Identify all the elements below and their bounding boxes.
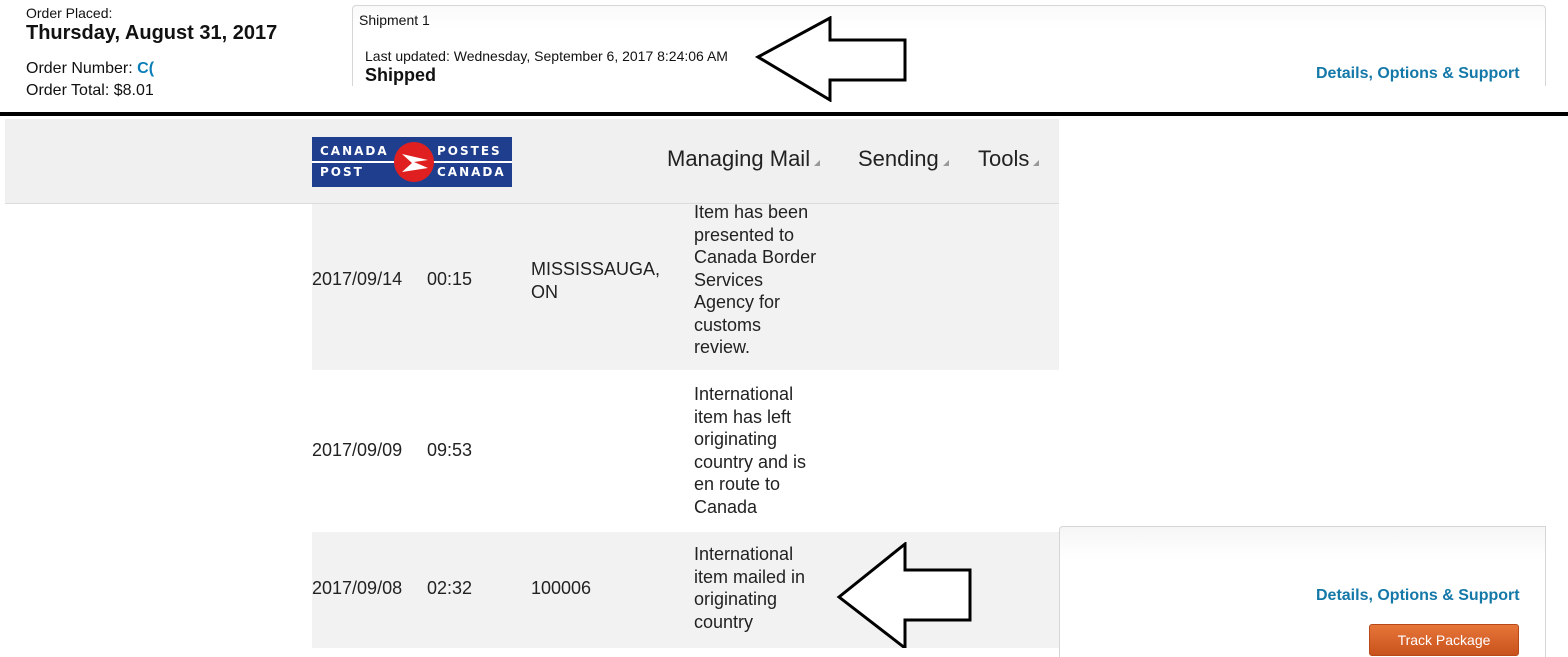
order-placed-date: Thursday, August 31, 2017	[26, 22, 278, 44]
tracking-location: MISSISSAUGA, ON	[531, 258, 660, 303]
eagle-wing-icon	[402, 154, 428, 172]
chevron-down-icon	[942, 160, 949, 166]
tracking-description-line: review.	[694, 337, 751, 357]
tracking-date: 2017/09/14	[312, 269, 403, 289]
nav-tools[interactable]: Tools	[978, 146, 1040, 172]
details-options-support-link[interactable]: Details, Options & Support	[1316, 65, 1520, 83]
tracking-description-line: customs	[694, 314, 762, 335]
tracking-description-line: Item has been	[694, 202, 809, 222]
nav-sending[interactable]: Sending	[858, 146, 949, 172]
tracking-description: International item mailed in originating…	[694, 543, 805, 633]
tracking-description-line: International	[694, 544, 794, 564]
canada-post-logo[interactable]: CANADA POST POSTES CANADA	[312, 137, 512, 187]
logo-text-post: POST	[320, 165, 364, 179]
annotation-arrow-bottom-shape	[836, 542, 972, 648]
tracking-description-line: Canada Border	[694, 247, 817, 267]
chevron-down-icon	[814, 160, 821, 166]
tracking-description-line: item has left	[694, 406, 792, 427]
annotation-arrow-bottom	[836, 542, 972, 648]
tracking-description-line: en route to	[694, 474, 781, 494]
shipment-title: Shipment 1	[359, 12, 430, 28]
tracking-description: Item has been presented to Canada Border…	[694, 201, 816, 359]
track-package-button[interactable]: Track Package	[1369, 624, 1519, 656]
order-number: Order Number: C(	[26, 60, 154, 78]
tracking-description-line: originating	[694, 589, 778, 609]
logo-text-canada: CANADA	[320, 144, 389, 158]
tracking-description-line: country	[694, 611, 754, 632]
tracking-date: 2017/09/08	[312, 578, 403, 598]
nav-sending-label: Sending	[858, 146, 939, 171]
order-number-label: Order Number:	[26, 60, 133, 77]
nav-managing-mail[interactable]: Managing Mail	[667, 146, 821, 172]
tracking-description-line: item mailed in	[694, 566, 806, 587]
tracking-time: 00:15	[427, 269, 473, 289]
annotation-arrow-top	[755, 16, 907, 102]
tracking-location-line: ON	[531, 281, 558, 302]
shipment-status: Shipped	[365, 65, 436, 85]
logo-text-postes: POSTES	[437, 144, 502, 158]
tracking-description-line: presented to	[694, 224, 795, 245]
tracking-date: 2017/09/09	[312, 440, 403, 460]
tracking-row: 2017/09/09 09:53 International item has …	[312, 371, 1059, 531]
tracking-description-line: country and is	[694, 451, 807, 472]
order-placed-label: Order Placed:	[26, 5, 113, 21]
details-options-support-link-lower[interactable]: Details, Options & Support	[1316, 587, 1520, 605]
tracking-location-line: 100006	[531, 578, 592, 598]
order-total: Order Total: $8.01	[26, 82, 154, 100]
shipment-last-updated: Last updated: Wednesday, September 6, 20…	[365, 48, 728, 64]
logo-disc	[394, 142, 434, 182]
annotation-arrow-top-shape	[755, 16, 907, 102]
logo-text-canada-fr: CANADA	[437, 165, 506, 179]
order-number-value[interactable]: C(	[137, 60, 154, 77]
nav-tools-label: Tools	[978, 146, 1030, 171]
tracking-description-line: Services	[694, 269, 764, 290]
order-total-value: $8.01	[113, 82, 154, 99]
tracking-description-line: originating	[694, 429, 778, 449]
section-divider	[0, 112, 1568, 116]
tracking-description-line: Agency for	[694, 292, 781, 312]
tracking-description-line: International	[694, 384, 794, 404]
tracking-description-line: Canada	[694, 496, 758, 517]
nav-managing-mail-label: Managing Mail	[667, 146, 811, 171]
tracking-description: International item has left originating …	[694, 383, 806, 518]
eagle-wing-icon-shape	[402, 154, 428, 172]
tracking-location-line: MISSISSAUGA,	[531, 259, 661, 279]
tracking-time: 09:53	[427, 440, 473, 460]
chevron-down-icon	[1033, 160, 1040, 166]
tracking-row: 2017/09/14 00:15 MISSISSAUGA, ON Item ha…	[312, 201, 1059, 370]
order-total-label: Order Total:	[26, 82, 110, 99]
tracking-time: 02:32	[427, 578, 473, 598]
tracking-location: 100006	[531, 577, 591, 600]
